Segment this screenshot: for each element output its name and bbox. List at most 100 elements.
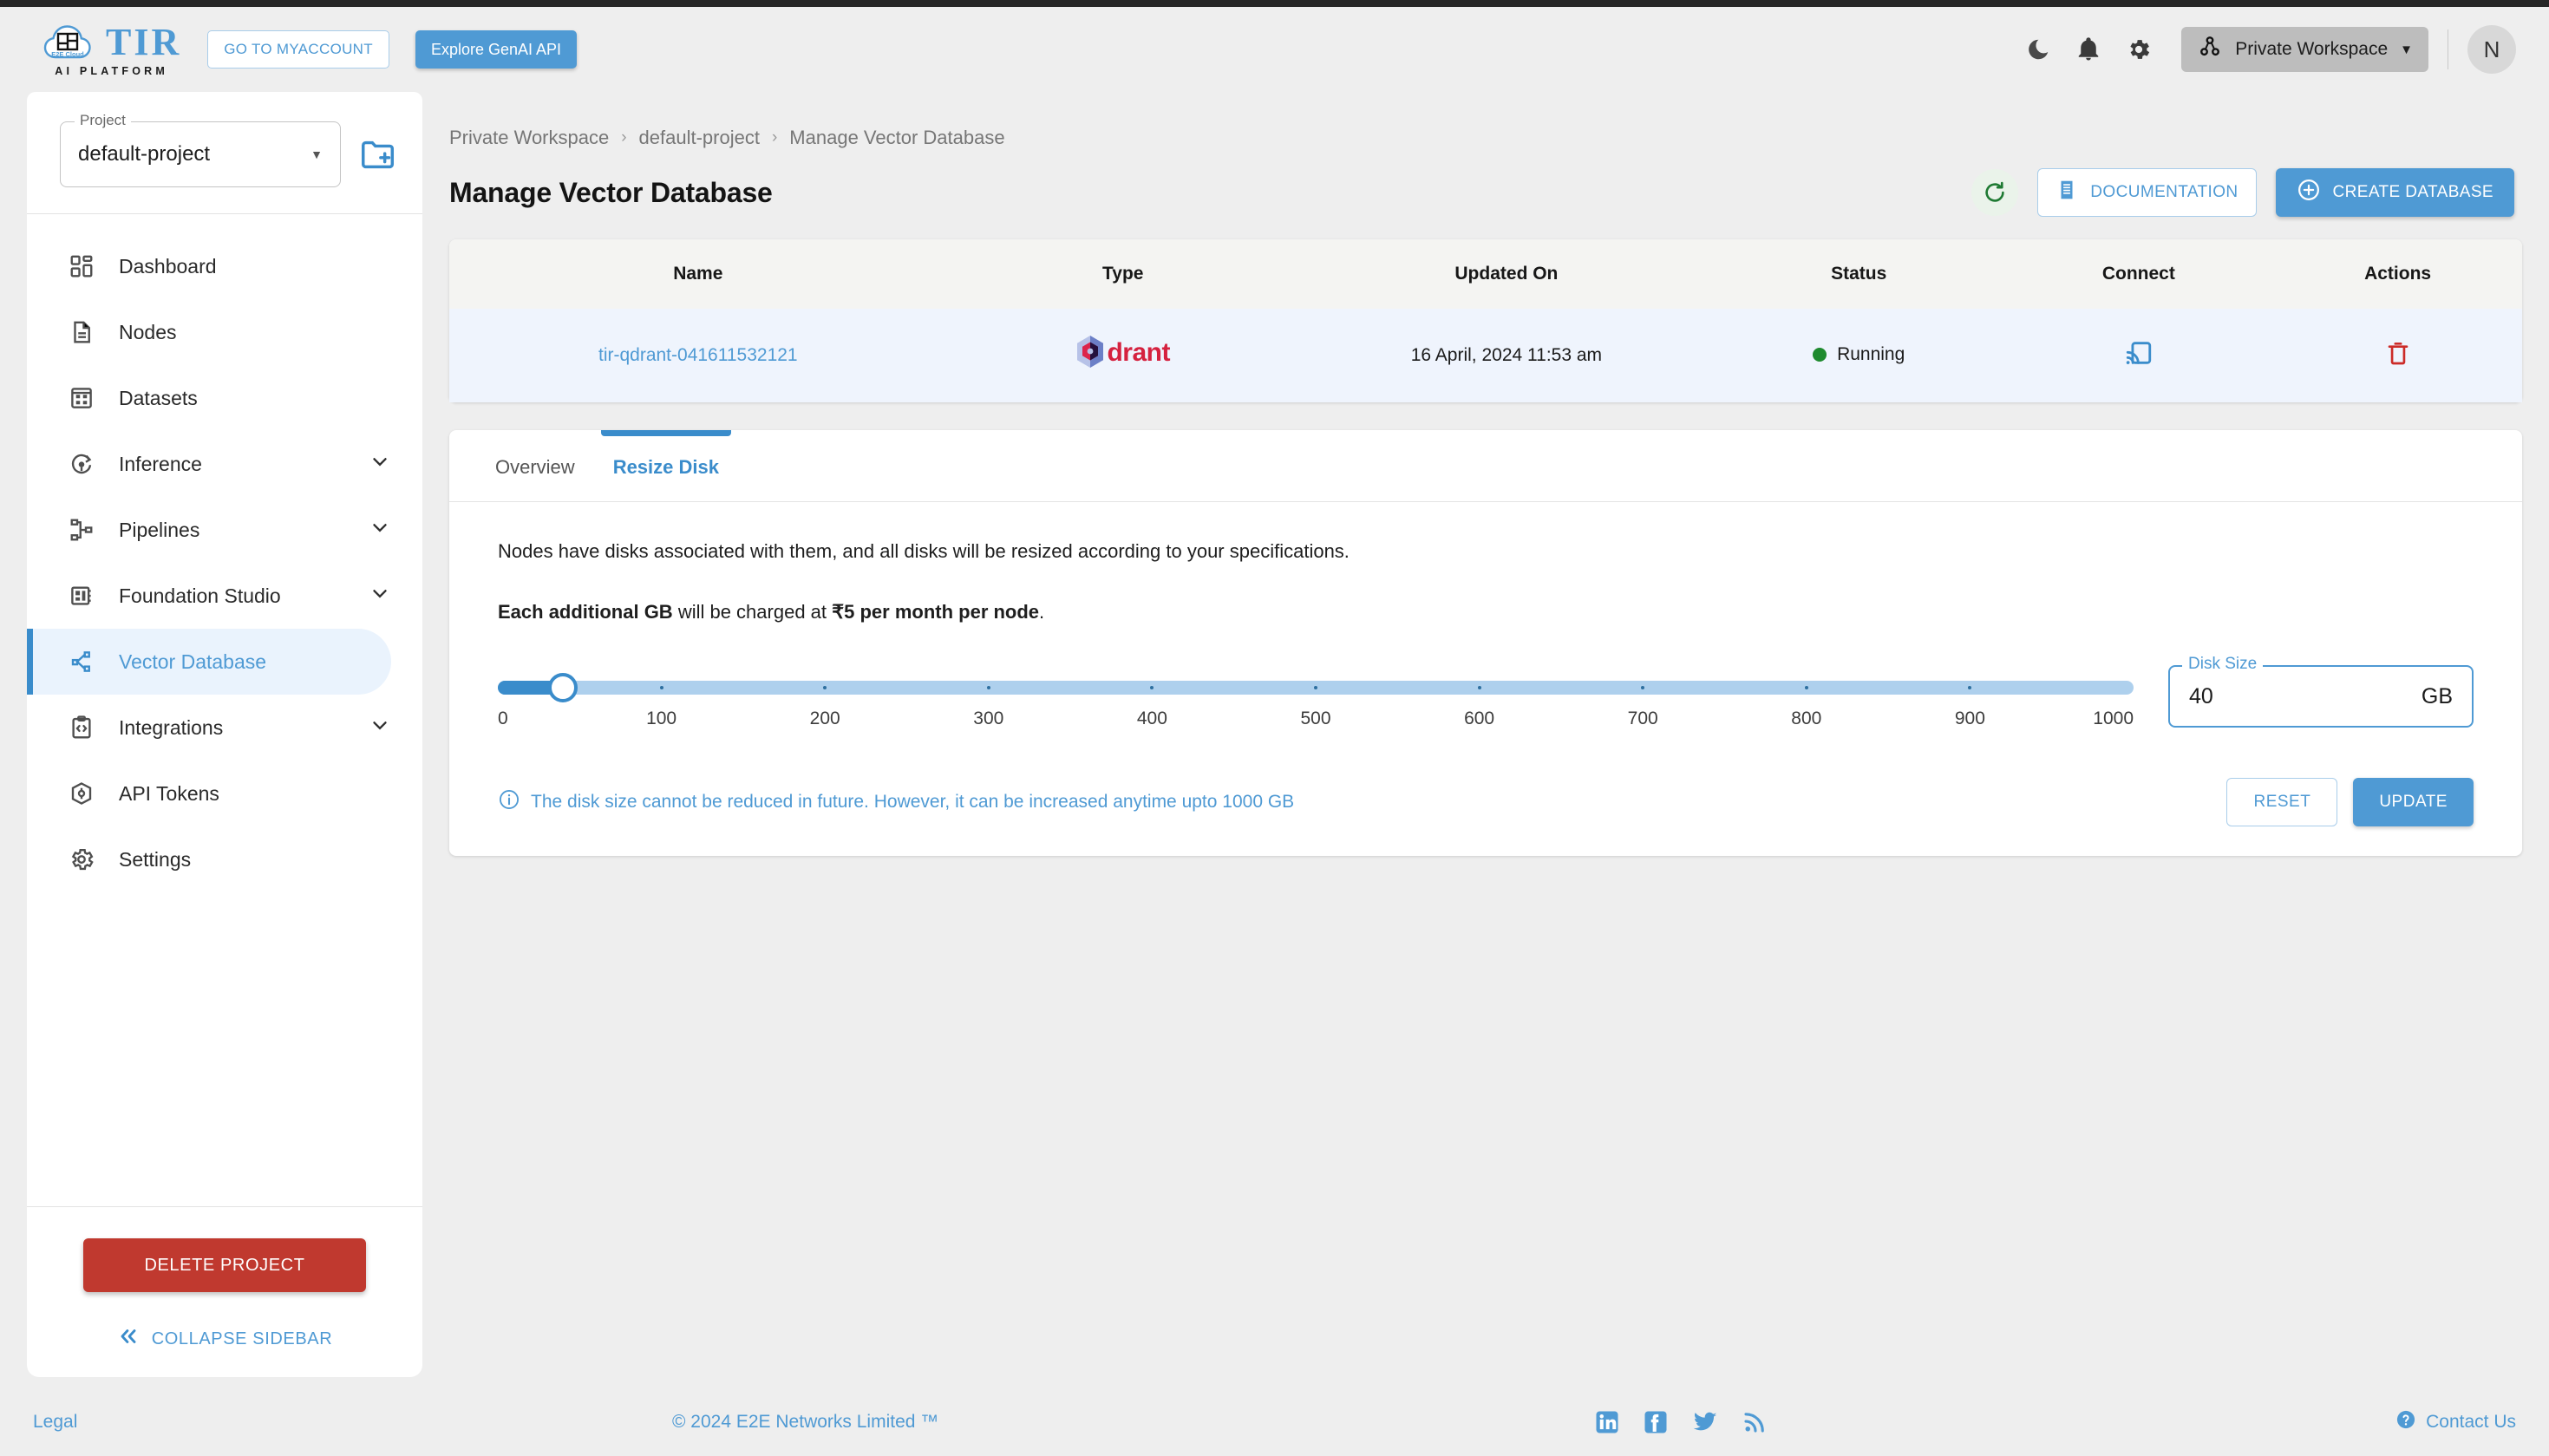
status-dot-icon xyxy=(1813,348,1827,362)
slider-tick xyxy=(1150,686,1154,689)
slider-scale-label: 200 xyxy=(809,708,840,728)
disk-size-slider[interactable]: 0 100 200 300 400 500 600 700 800 900 1000 xyxy=(498,665,2134,738)
notifications-icon[interactable] xyxy=(2063,24,2114,75)
new-project-folder-icon[interactable] xyxy=(358,134,398,174)
facebook-icon[interactable] xyxy=(1643,1409,1669,1435)
cell-updated-on: 16 April, 2024 11:53 am xyxy=(1410,345,1603,365)
cell-name: tir-qdrant-041611532121 xyxy=(449,309,947,402)
database-name-link[interactable]: tir-qdrant-041611532121 xyxy=(598,345,798,365)
vector-database-table-card: Name Type Updated On Status Connect Acti… xyxy=(449,239,2522,402)
tabs-bar: Overview Resize Disk xyxy=(449,430,2522,502)
sidebar-item-datasets[interactable]: Datasets xyxy=(27,365,391,431)
chevron-down-icon xyxy=(369,450,391,478)
topbar-right-group: Private Workspace ▼ N xyxy=(2013,24,2549,75)
slider-scale-label: 1000 xyxy=(2093,708,2134,728)
project-select[interactable]: Project default-project ▼ xyxy=(60,112,341,187)
pipelines-icon xyxy=(67,515,96,545)
workspace-selector[interactable]: Private Workspace ▼ xyxy=(2181,27,2428,72)
go-to-myaccount-button[interactable]: GO TO MYACCOUNT xyxy=(207,30,389,69)
table-row: tir-qdrant-041611532121 drant 16 April, … xyxy=(449,309,2522,402)
cast-connect-icon[interactable] xyxy=(2124,338,2154,368)
slider-scale-label: 600 xyxy=(1464,708,1495,728)
create-database-button[interactable]: CREATE DATABASE xyxy=(2275,168,2514,217)
column-header-name: Name xyxy=(449,239,947,309)
charge-end: . xyxy=(1039,601,1045,623)
breadcrumb-item-project[interactable]: default-project xyxy=(639,127,760,149)
charge-bold-prefix: Each additional GB xyxy=(498,601,673,623)
sidebar: Project default-project ▼ Dashboard Node… xyxy=(27,92,422,1377)
slider-scale-label: 800 xyxy=(1791,708,1822,728)
charge-mid: will be charged at xyxy=(672,601,833,623)
documentation-icon xyxy=(2056,179,2078,206)
disk-size-field[interactable]: Disk Size GB xyxy=(2168,655,2474,728)
rss-icon[interactable] xyxy=(1742,1409,1768,1435)
sidebar-item-inference[interactable]: Inference xyxy=(27,431,391,497)
gear-icon xyxy=(67,845,96,874)
chevron-down-icon xyxy=(369,516,391,544)
documentation-label: DOCUMENTATION xyxy=(2090,183,2239,201)
sidebar-item-vector-database[interactable]: Vector Database xyxy=(27,629,391,695)
dark-mode-icon[interactable] xyxy=(2013,24,2063,75)
code-clipboard-icon xyxy=(67,713,96,742)
footer-contact-link[interactable]: Contact Us xyxy=(2395,1408,2516,1436)
sidebar-item-pipelines[interactable]: Pipelines xyxy=(27,497,391,563)
breadcrumb: Private Workspace › default-project › Ma… xyxy=(422,92,2549,149)
disk-size-legend: Disk Size xyxy=(2182,655,2264,674)
sidebar-item-foundation-studio[interactable]: Foundation Studio xyxy=(27,563,391,629)
table-body: tir-qdrant-041611532121 drant 16 April, … xyxy=(449,309,2522,402)
twitter-icon[interactable] xyxy=(1691,1408,1719,1436)
logo-subtitle: AI PLATFORM xyxy=(55,64,168,77)
slider-thumb[interactable] xyxy=(548,673,578,702)
sidebar-item-dashboard[interactable]: Dashboard xyxy=(27,233,391,299)
sidebar-nav: Dashboard Nodes Datasets Inference Pipel… xyxy=(27,214,422,1206)
slider-track[interactable] xyxy=(498,673,2134,702)
refresh-icon[interactable] xyxy=(1971,169,2019,216)
footer-legal-link[interactable]: Legal xyxy=(33,1412,77,1433)
sidebar-item-label: Dashboard xyxy=(119,254,217,277)
chevron-down-icon: ▼ xyxy=(310,147,323,161)
resize-footer: The disk size cannot be reduced in futur… xyxy=(498,778,2474,826)
page-actions: DOCUMENTATION CREATE DATABASE xyxy=(1971,168,2514,217)
delete-trash-icon[interactable] xyxy=(2384,339,2412,367)
plus-circle-icon xyxy=(2297,178,2321,207)
qdrant-wordmark: drant xyxy=(1107,338,1170,367)
sidebar-item-integrations[interactable]: Integrations xyxy=(27,695,391,761)
cube-icon xyxy=(67,779,96,808)
documentation-button[interactable]: DOCUMENTATION xyxy=(2037,168,2257,217)
slider-scale-label: 300 xyxy=(973,708,1004,728)
sidebar-item-label: Integrations xyxy=(119,715,224,739)
slider-tick xyxy=(986,686,990,689)
resize-disk-panel: Nodes have disks associated with them, a… xyxy=(449,502,2522,826)
status-label: Running xyxy=(1837,344,1905,364)
sidebar-item-api-tokens[interactable]: API Tokens xyxy=(27,761,391,826)
column-header-actions: Actions xyxy=(2273,239,2522,309)
update-button[interactable]: UPDATE xyxy=(2353,778,2474,826)
breadcrumb-item-workspace[interactable]: Private Workspace xyxy=(449,127,609,149)
collapse-sidebar-button[interactable]: COLLAPSE SIDEBAR xyxy=(27,1325,422,1353)
tab-resize-disk[interactable]: Resize Disk xyxy=(594,430,738,501)
slider-scale-label: 0 xyxy=(498,708,508,728)
delete-project-button[interactable]: DELETE PROJECT xyxy=(83,1238,366,1292)
slider-tick xyxy=(1477,686,1481,689)
settings-icon[interactable] xyxy=(2114,24,2164,75)
cell-actions xyxy=(2273,309,2522,402)
main-content: Private Workspace › default-project › Ma… xyxy=(422,92,2549,1387)
sidebar-item-nodes[interactable]: Nodes xyxy=(27,299,391,365)
sidebar-item-settings[interactable]: Settings xyxy=(27,826,391,892)
avatar[interactable]: N xyxy=(2467,25,2516,74)
explore-genai-api-button[interactable]: Explore GenAI API xyxy=(415,30,578,69)
page-footer: Legal © 2024 E2E Networks Limited ™ Cont… xyxy=(0,1387,2549,1456)
double-chevron-left-icon xyxy=(117,1325,140,1353)
tir-logo[interactable]: E2E Cloud TIR AI PLATFORM xyxy=(42,23,181,77)
sidebar-item-label: API Tokens xyxy=(119,781,219,805)
sidebar-item-label: Inference xyxy=(119,452,202,475)
disk-size-input[interactable] xyxy=(2189,683,2422,709)
breadcrumb-item-current: Manage Vector Database xyxy=(789,127,1005,148)
reset-button[interactable]: RESET xyxy=(2226,778,2338,826)
slider-scale-label: 500 xyxy=(1300,708,1331,728)
footer-social-links xyxy=(1594,1408,1768,1436)
table-header-row: Name Type Updated On Status Connect Acti… xyxy=(449,239,2522,309)
page-header-row: Manage Vector Database DOCUMENTATION CRE… xyxy=(422,149,2549,217)
linkedin-icon[interactable] xyxy=(1594,1409,1620,1435)
tab-overview[interactable]: Overview xyxy=(476,430,594,501)
